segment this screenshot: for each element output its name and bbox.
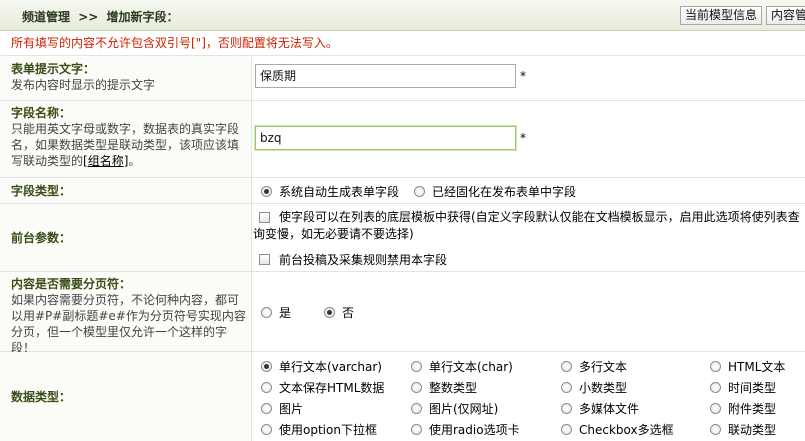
radio-icon[interactable] — [261, 424, 272, 435]
data-type-option[interactable]: 小数类型 — [561, 380, 627, 395]
form-label-title: 表单提示文字： — [11, 62, 96, 76]
data-type-option[interactable]: 使用option下拉框 — [261, 422, 377, 437]
radio-icon[interactable] — [710, 382, 721, 393]
pagination-option-yes[interactable]: 是 — [261, 305, 291, 320]
form-label-input[interactable]: 保质期 — [255, 64, 516, 88]
radio-icon[interactable] — [261, 307, 272, 318]
breadcrumb-root[interactable]: 频道管理 — [22, 10, 70, 24]
radio-icon[interactable] — [710, 403, 721, 414]
radio-icon[interactable] — [414, 186, 425, 197]
data-type-option[interactable]: 单行文本(char) — [411, 359, 513, 374]
row-front-params: 前台参数： 使字段可以在列表的底层模板中获得(自定义字段默认仅能在文档模板显示，… — [0, 204, 805, 272]
field-name-desc: 只能用英文字母或数字，数据表的真实字段名，如果数据类型是联动类型，该项应该填写联… — [11, 122, 240, 168]
radio-icon[interactable] — [561, 403, 572, 414]
front-params-cell: 前台参数： — [0, 204, 252, 271]
data-type-option[interactable]: 时间类型 — [710, 380, 776, 395]
radio-icon[interactable] — [561, 361, 572, 372]
radio-icon[interactable] — [261, 382, 272, 393]
row-field-type: 字段类型： 系统自动生成表单字段 已经固化在发布表单中字段 — [0, 178, 805, 204]
radio-icon[interactable] — [411, 361, 422, 372]
disable-submit-option[interactable]: 前台投稿及采集规则禁用本字段 — [259, 252, 447, 267]
data-type-option[interactable]: 文本保存HTML数据 — [261, 380, 384, 395]
row-field-name: 字段名称： 只能用英文字母或数字，数据表的真实字段名，如果数据类型是联动类型，该… — [0, 101, 805, 178]
data-type-option[interactable]: Checkbox多选框 — [561, 422, 674, 437]
form-label-desc: 发布内容时显示的提示文字 — [11, 78, 156, 92]
group-name-link[interactable]: [组名称] — [83, 154, 128, 168]
data-type-title: 数据类型： — [11, 389, 72, 404]
field-name-title: 字段名称： — [11, 106, 72, 120]
content-manage-button[interactable]: 内容管理 — [766, 6, 805, 25]
required-mark: * — [520, 69, 526, 83]
data-type-option[interactable]: 多行文本 — [561, 359, 627, 374]
field-type-option-fixed[interactable]: 已经固化在发布表单中字段 — [414, 184, 576, 199]
pagination-cell: 内容是否需要分页符： 如果内容需要分页符，不论何种内容，都可以用#P#副标题#e… — [0, 272, 252, 355]
warning-notice: 所有填写的内容不允许包含双引号["]，否则配置将无法写入。 — [0, 32, 805, 56]
radio-icon[interactable] — [710, 361, 721, 372]
pagination-option-no[interactable]: 否 — [324, 305, 354, 320]
breadcrumb-current: 增加新字段： — [106, 10, 179, 24]
field-type-title: 字段类型： — [11, 183, 72, 198]
data-type-option[interactable]: 图片 — [261, 401, 303, 416]
current-model-info-button[interactable]: 当前模型信息 — [680, 6, 762, 25]
radio-icon[interactable] — [411, 382, 422, 393]
radio-icon[interactable] — [710, 424, 721, 435]
checkbox-icon[interactable] — [259, 212, 270, 223]
radio-icon[interactable] — [261, 403, 272, 414]
data-type-option[interactable]: 图片(仅网址) — [411, 401, 498, 416]
radio-icon[interactable] — [324, 307, 335, 318]
form-label-cell: 表单提示文字： 发布内容时显示的提示文字 — [0, 57, 252, 100]
data-type-option[interactable]: 联动类型 — [710, 422, 776, 437]
data-type-option[interactable]: 整数类型 — [411, 380, 477, 395]
row-pagination: 内容是否需要分页符： 如果内容需要分页符，不论何种内容，都可以用#P#副标题#e… — [0, 272, 805, 355]
radio-icon[interactable] — [561, 424, 572, 435]
row-form-label: 表单提示文字： 发布内容时显示的提示文字 保质期 * — [0, 57, 805, 101]
data-type-options: 单行文本(varchar) 单行文本(char) 多行文本 HTML文本 文本保… — [253, 352, 805, 441]
data-type-cell: 数据类型： — [0, 352, 252, 441]
field-type-option-auto[interactable]: 系统自动生成表单字段 — [261, 184, 399, 199]
field-name-input[interactable]: bzq — [255, 126, 516, 150]
required-mark: * — [520, 131, 526, 145]
field-name-cell: 字段名称： 只能用英文字母或数字，数据表的真实字段名，如果数据类型是联动类型，该… — [0, 101, 252, 177]
radio-icon[interactable] — [411, 424, 422, 435]
data-type-option[interactable]: 单行文本(varchar) — [261, 359, 382, 374]
checkbox-icon[interactable] — [259, 254, 270, 265]
pagination-desc: 如果内容需要分页符，不论何种内容，都可以用#P#副标题#e#作为分页符号实现内容… — [11, 293, 246, 355]
row-data-type: 数据类型： 单行文本(varchar) 单行文本(char) 多行文本 HTML… — [0, 352, 805, 441]
list-template-option[interactable]: 使字段可以在列表的底层模板中获得(自定义字段默认仅能在文档模板显示，启用此选项将… — [253, 209, 805, 243]
data-type-option[interactable]: HTML文本 — [710, 359, 785, 374]
top-bar: 频道管理 >> 增加新字段： 当前模型信息 内容管理 — [0, 0, 805, 31]
front-params-title: 前台参数： — [11, 230, 72, 245]
radio-icon[interactable] — [261, 361, 272, 372]
pagination-title: 内容是否需要分页符： — [11, 277, 132, 291]
breadcrumb-separator: >> — [78, 10, 99, 24]
data-type-option[interactable]: 使用radio选项卡 — [411, 422, 520, 437]
field-type-cell: 字段类型： — [0, 178, 252, 203]
radio-icon[interactable] — [261, 186, 272, 197]
radio-icon[interactable] — [411, 403, 422, 414]
breadcrumb: 频道管理 >> 增加新字段： — [22, 8, 179, 25]
radio-icon[interactable] — [561, 382, 572, 393]
data-type-option[interactable]: 多媒体文件 — [561, 401, 639, 416]
data-type-option[interactable]: 附件类型 — [710, 401, 776, 416]
